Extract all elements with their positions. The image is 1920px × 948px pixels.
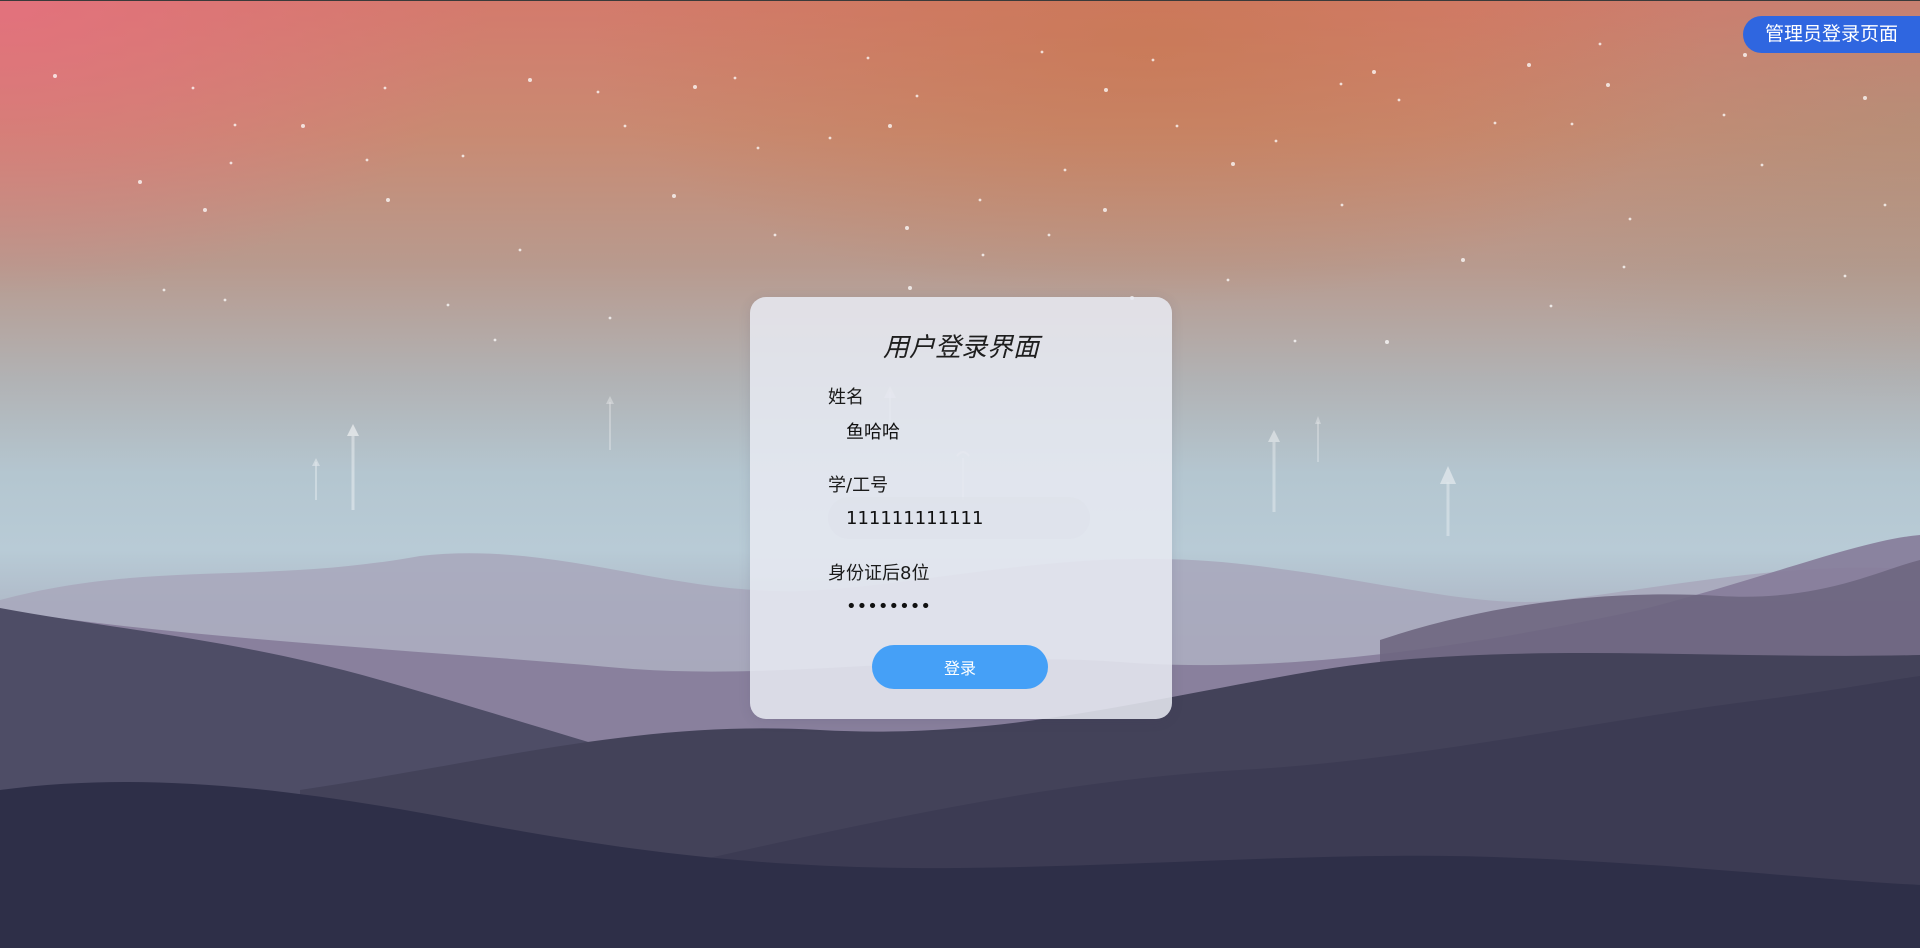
star xyxy=(1622,265,1626,269)
star xyxy=(1040,50,1044,54)
star xyxy=(1843,274,1847,278)
star xyxy=(461,154,465,158)
star xyxy=(1527,63,1531,67)
star xyxy=(978,198,982,202)
login-card: 用户登录界面 姓名 学/工号 身份证后8位 登录 xyxy=(750,297,1172,719)
star xyxy=(1722,113,1726,117)
password-input[interactable] xyxy=(828,585,1090,627)
star xyxy=(1397,98,1401,102)
star xyxy=(233,123,237,127)
star xyxy=(1628,217,1632,221)
star xyxy=(1461,258,1465,262)
star xyxy=(756,146,760,150)
star xyxy=(866,56,870,60)
star xyxy=(229,161,233,165)
star xyxy=(1493,121,1497,125)
star xyxy=(608,316,612,320)
star xyxy=(1226,278,1230,282)
star xyxy=(1760,163,1764,167)
star xyxy=(1151,58,1155,62)
star xyxy=(905,226,909,230)
star xyxy=(1339,82,1343,86)
star xyxy=(1385,340,1389,344)
id-card-last8-label: 身份证后8位 xyxy=(828,563,930,584)
star xyxy=(1549,304,1553,308)
star xyxy=(693,85,697,89)
login-button[interactable]: 登录 xyxy=(872,645,1048,689)
star xyxy=(1047,233,1051,237)
star xyxy=(301,124,305,128)
star xyxy=(1175,124,1179,128)
star xyxy=(1063,168,1067,172)
star xyxy=(493,338,497,342)
star xyxy=(53,74,57,78)
star xyxy=(1340,203,1344,207)
star xyxy=(203,208,207,212)
star xyxy=(1372,70,1376,74)
star xyxy=(1104,88,1108,92)
star xyxy=(888,124,892,128)
star xyxy=(386,198,390,202)
star xyxy=(518,248,522,252)
id-number-input[interactable] xyxy=(828,497,1090,539)
star xyxy=(1274,139,1278,143)
star xyxy=(383,86,387,90)
star xyxy=(446,303,450,307)
star xyxy=(365,158,369,162)
star xyxy=(1103,208,1107,212)
star xyxy=(1883,203,1887,207)
star xyxy=(138,180,142,184)
star xyxy=(908,286,912,290)
star xyxy=(981,253,985,257)
star xyxy=(1570,122,1574,126)
star xyxy=(162,288,166,292)
star xyxy=(773,233,777,237)
star xyxy=(528,78,532,82)
id-number-label: 学/工号 xyxy=(828,475,889,496)
star xyxy=(596,90,600,94)
star xyxy=(1743,53,1747,57)
card-title: 用户登录界面 xyxy=(882,333,1039,363)
star xyxy=(672,194,676,198)
star xyxy=(191,86,195,90)
admin-login-button[interactable]: 管理员登录页面 xyxy=(1743,16,1920,53)
star xyxy=(1863,96,1867,100)
star xyxy=(828,136,832,140)
name-label: 姓名 xyxy=(828,387,864,408)
star xyxy=(1293,339,1297,343)
name-input[interactable] xyxy=(828,410,1090,452)
window-top-border xyxy=(0,0,1920,1)
star xyxy=(623,124,627,128)
star xyxy=(1231,162,1235,166)
star xyxy=(1598,42,1602,46)
star xyxy=(223,298,227,302)
login-page-background: 管理员登录页面 用户登录界面 姓名 学/工号 身份证后8位 登录 xyxy=(0,0,1920,948)
star xyxy=(1606,83,1610,87)
star xyxy=(915,94,919,98)
star xyxy=(733,76,737,80)
